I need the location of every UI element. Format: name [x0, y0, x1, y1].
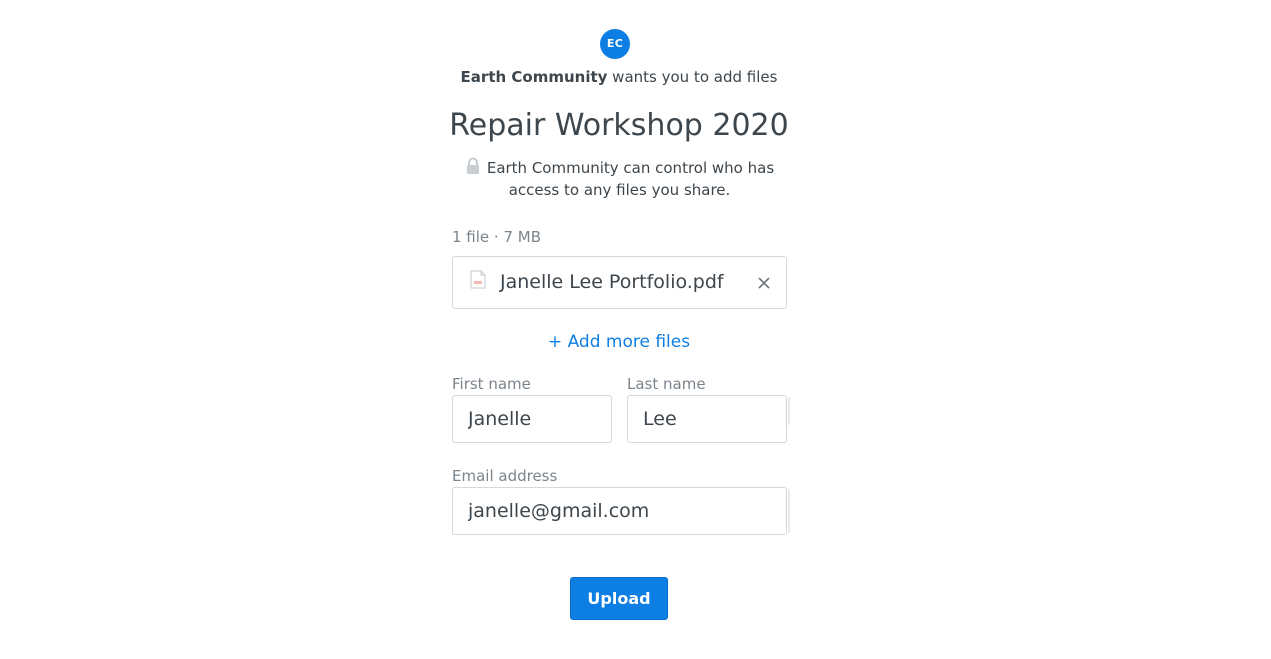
file-item: Janelle Lee Portfolio.pdf: [452, 256, 787, 309]
first-name-label: First name: [452, 375, 531, 393]
pdf-file-icon: [470, 270, 486, 289]
file-request-page: EC Earth Community wants you to add file…: [0, 0, 1271, 659]
last-name-label: Last name: [627, 375, 706, 393]
close-icon[interactable]: [756, 275, 772, 291]
field-divider: [788, 489, 790, 533]
lock-icon: [466, 157, 479, 174]
privacy-notice: Earth Community can control who has acce…: [452, 157, 787, 201]
avatar: EC: [600, 29, 630, 59]
file-summary: 1 file · 7 MB: [452, 228, 542, 246]
page-title: Repair Workshop 2020: [449, 108, 789, 143]
email-field[interactable]: [452, 487, 787, 535]
requester-text: wants you to add files: [607, 68, 778, 86]
first-name-field[interactable]: [452, 395, 612, 443]
add-more-files-link[interactable]: + Add more files: [0, 330, 1238, 354]
file-name: Janelle Lee Portfolio.pdf: [500, 271, 724, 293]
last-name-field[interactable]: [627, 395, 787, 443]
privacy-notice-text: Earth Community can control who has acce…: [486, 159, 775, 199]
requester-line: Earth Community wants you to add files: [0, 66, 1238, 88]
upload-button[interactable]: Upload: [570, 577, 668, 620]
field-divider: [788, 397, 790, 425]
requester-name: Earth Community: [460, 68, 608, 86]
email-label: Email address: [452, 467, 558, 485]
